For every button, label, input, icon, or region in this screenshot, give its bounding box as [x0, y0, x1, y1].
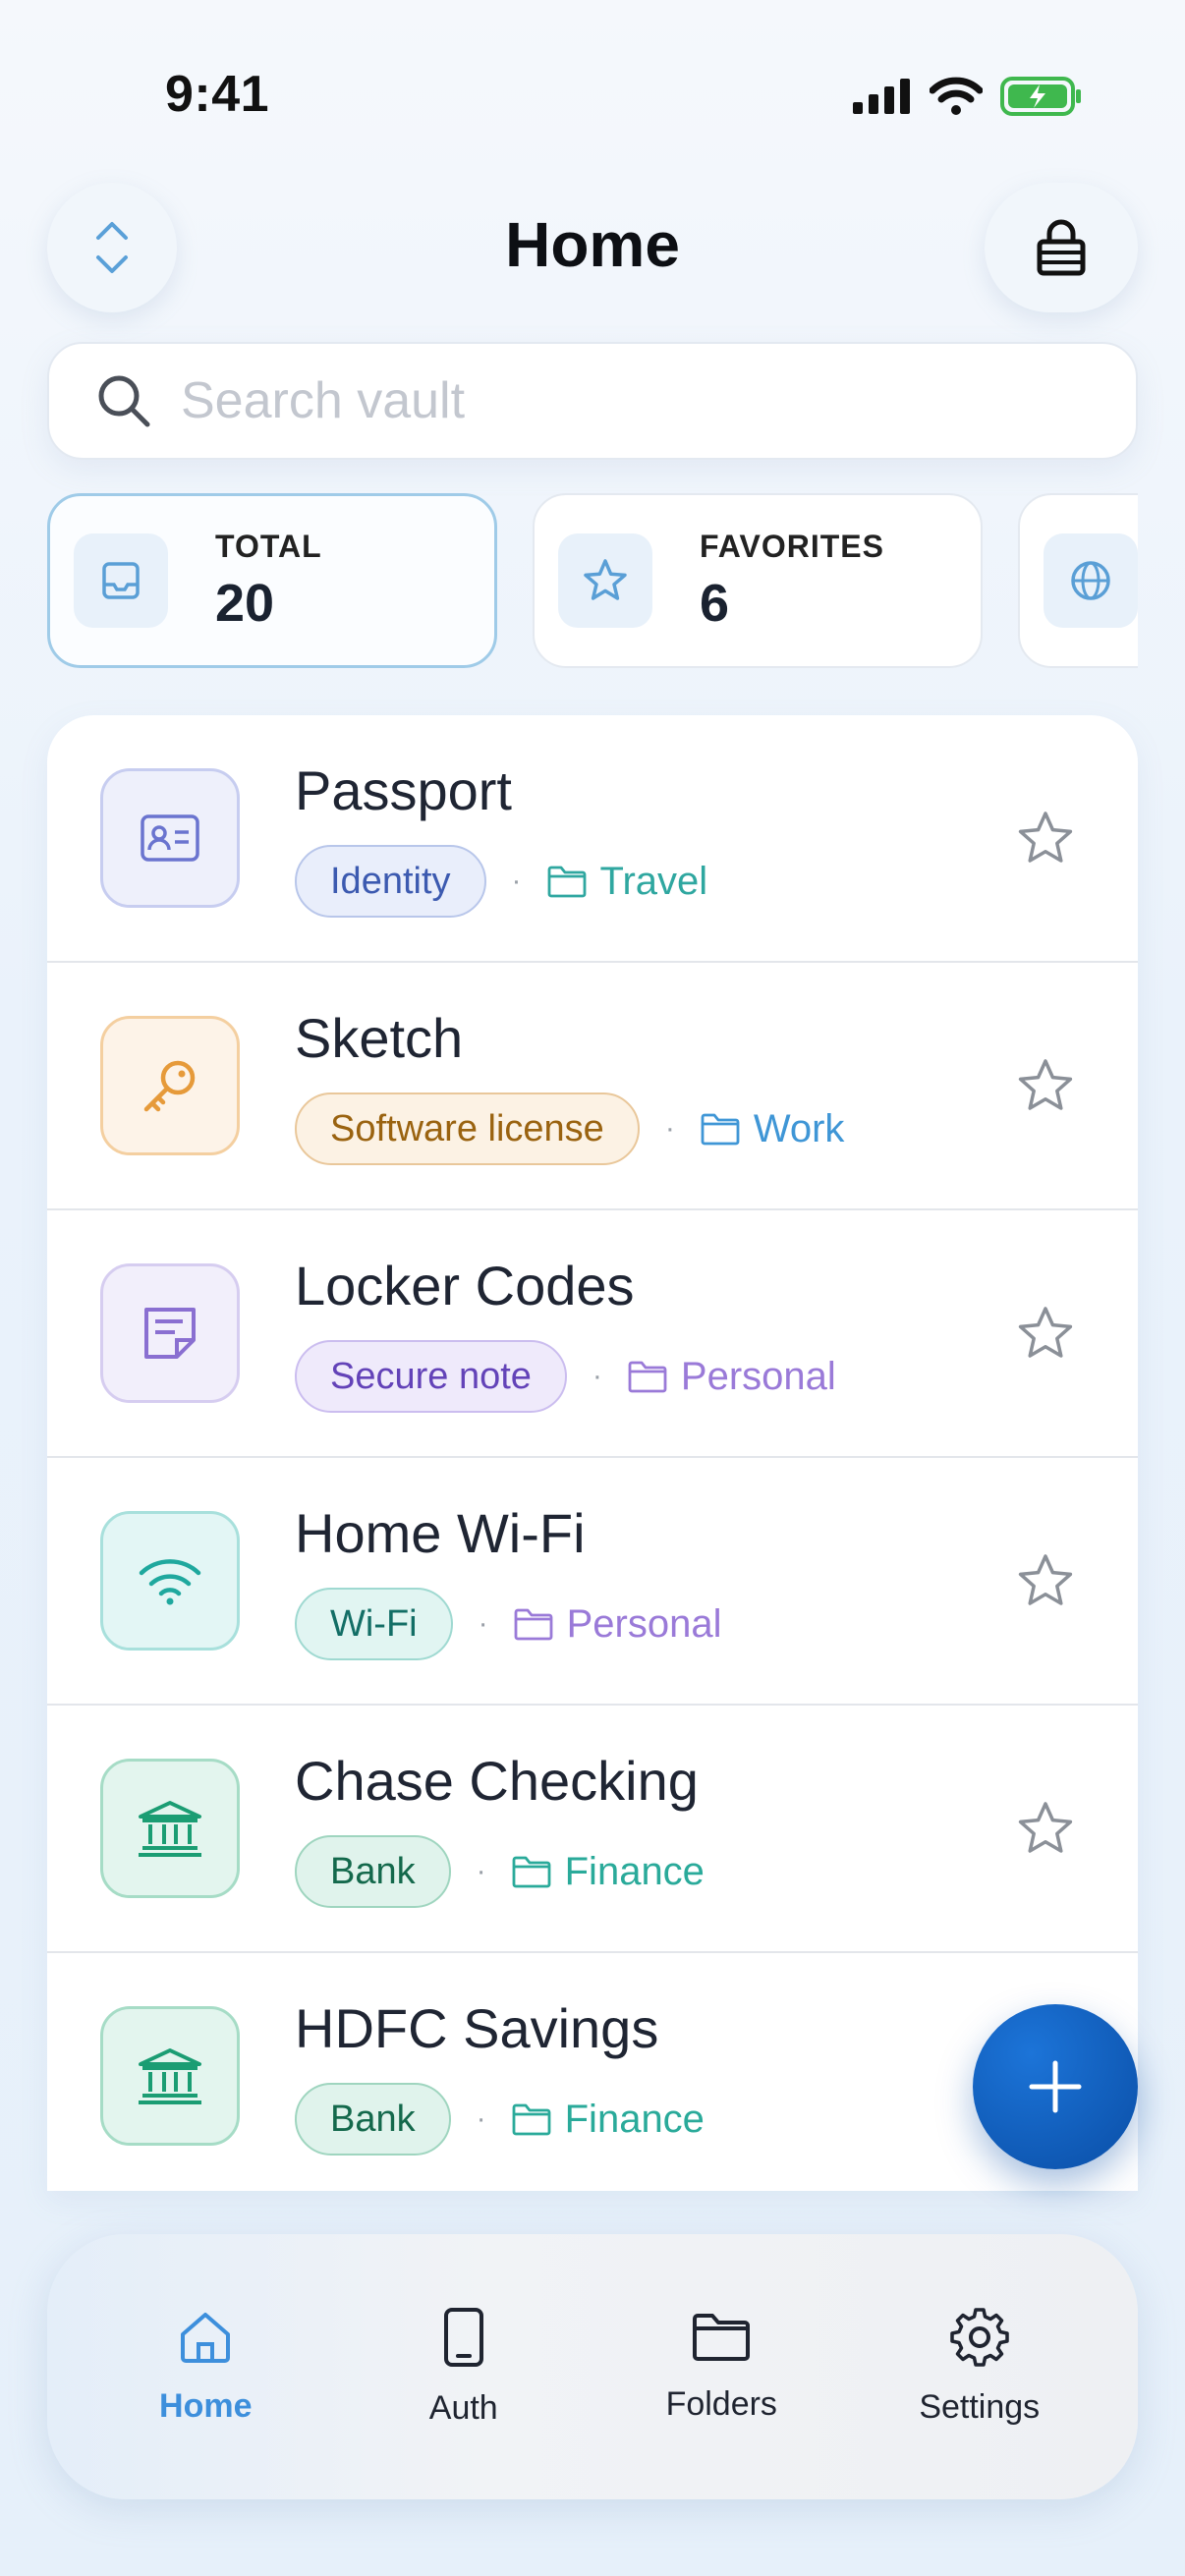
nav-label: Home — [159, 2386, 253, 2425]
folder-label: Personal — [680, 1354, 836, 1398]
favorite-star-icon[interactable] — [1016, 1800, 1075, 1862]
stat-card-websites[interactable] — [1018, 493, 1138, 668]
item-meta: Wi-Fi · Personal — [295, 1588, 722, 1660]
item-type-chip: Bank — [295, 1835, 451, 1908]
search-bar[interactable] — [47, 342, 1138, 460]
separator-dot: · — [511, 865, 522, 897]
item-type-chip: Identity — [295, 845, 486, 918]
search-icon — [98, 375, 150, 427]
bank-icon — [100, 1759, 240, 1898]
separator-dot: · — [476, 2102, 486, 2135]
nav-item-auth[interactable]: Auth — [346, 2307, 582, 2428]
folder-label: Work — [753, 1106, 845, 1150]
vault-item-row[interactable]: Sketch Software license · Work — [47, 963, 1138, 1210]
folder-icon — [547, 865, 600, 898]
lock-vault-button[interactable] — [985, 183, 1138, 312]
phone-icon — [443, 2307, 483, 2367]
item-type-chip: Bank — [295, 2083, 451, 2156]
search-input[interactable] — [181, 371, 1065, 430]
vault-item-row[interactable]: Locker Codes Secure note · Personal — [47, 1210, 1138, 1458]
wifi-icon — [100, 1511, 240, 1651]
item-meta: Software license · Work — [295, 1092, 844, 1165]
item-title: Sketch — [295, 1007, 464, 1069]
battery-icon — [1000, 77, 1081, 116]
item-title: Passport — [295, 759, 512, 821]
id-card-icon — [100, 768, 240, 908]
stat-value: 20 — [215, 573, 275, 633]
favorite-star-icon[interactable] — [1016, 1305, 1075, 1367]
item-title: Chase Checking — [295, 1750, 699, 1812]
nav-item-home[interactable]: Home — [87, 2309, 323, 2426]
item-folder: Travel — [547, 859, 708, 904]
stats-row: TOTAL 20 FAVORITES 6 — [47, 493, 1138, 670]
nav-label: Folders — [665, 2384, 777, 2423]
status-bar: 9:41 — [0, 0, 1185, 187]
vault-item-list: Passport Identity · Travel Sketch Softwa… — [47, 715, 1138, 2191]
folder-label: Finance — [564, 2097, 705, 2141]
stat-card-total[interactable]: TOTAL 20 — [47, 493, 497, 668]
item-meta: Bank · Finance — [295, 1835, 705, 1908]
item-folder: Finance — [512, 2098, 705, 2142]
note-icon — [100, 1263, 240, 1403]
folder-icon — [514, 1607, 567, 1641]
folder-icon — [512, 2102, 565, 2136]
folder-icon — [512, 1855, 565, 1888]
favorite-star-icon[interactable] — [1016, 1552, 1075, 1614]
nav-item-folders[interactable]: Folders — [603, 2311, 839, 2424]
folder-label: Travel — [599, 859, 708, 903]
vault-item-row[interactable]: Passport Identity · Travel — [47, 715, 1138, 963]
folder-icon — [701, 1112, 754, 1146]
item-title: Locker Codes — [295, 1255, 635, 1316]
folder-label: Finance — [564, 1849, 705, 1893]
item-type-chip: Wi-Fi — [295, 1588, 453, 1660]
item-folder: Personal — [628, 1355, 836, 1399]
lock-icon — [1037, 219, 1086, 276]
status-time: 9:41 — [165, 66, 270, 123]
item-meta: Bank · Finance — [295, 2083, 705, 2156]
bottom-nav: Home Auth Folders Settings — [47, 2234, 1138, 2499]
plus-icon — [1029, 2060, 1082, 2113]
star-icon — [558, 533, 652, 628]
home-icon — [181, 2312, 231, 2363]
separator-dot: · — [664, 1112, 675, 1145]
item-folder: Work — [701, 1106, 845, 1151]
nav-label: Auth — [428, 2388, 498, 2427]
nav-label: Settings — [919, 2387, 1041, 2426]
stat-label: TOTAL — [215, 528, 322, 564]
stat-card-favorites[interactable]: FAVORITES 6 — [533, 493, 983, 668]
bank-icon — [100, 2006, 240, 2146]
item-folder: Finance — [512, 1850, 705, 1894]
stat-value: 6 — [700, 573, 730, 633]
favorite-star-icon[interactable] — [1016, 810, 1075, 871]
favorite-star-icon[interactable] — [1016, 1057, 1075, 1119]
item-title: HDFC Savings — [295, 1997, 659, 2059]
status-icons — [853, 77, 1083, 116]
folder-label: Personal — [566, 1601, 722, 1646]
globe-icon — [1044, 533, 1138, 628]
separator-dot: · — [478, 1607, 488, 1640]
vault-item-row[interactable]: Chase Checking Bank · Finance — [47, 1706, 1138, 1953]
wifi-status-icon — [930, 77, 983, 115]
item-type-chip: Software license — [295, 1092, 640, 1165]
nav-item-settings[interactable]: Settings — [862, 2307, 1098, 2427]
stat-label: FAVORITES — [700, 528, 884, 564]
gear-icon — [950, 2307, 1009, 2367]
add-item-button[interactable] — [973, 2004, 1138, 2169]
separator-dot: · — [592, 1360, 602, 1392]
key-icon — [100, 1016, 240, 1155]
inbox-icon — [74, 533, 168, 628]
item-meta: Identity · Travel — [295, 845, 707, 918]
vault-item-row[interactable]: Home Wi-Fi Wi-Fi · Personal — [47, 1458, 1138, 1706]
item-folder: Personal — [514, 1602, 722, 1647]
item-meta: Secure note · Personal — [295, 1340, 836, 1413]
separator-dot: · — [476, 1855, 486, 1887]
item-type-chip: Secure note — [295, 1340, 567, 1413]
folder-icon — [693, 2313, 751, 2361]
folder-icon — [628, 1360, 681, 1393]
signal-icon — [853, 79, 910, 114]
item-title: Home Wi-Fi — [295, 1502, 586, 1564]
